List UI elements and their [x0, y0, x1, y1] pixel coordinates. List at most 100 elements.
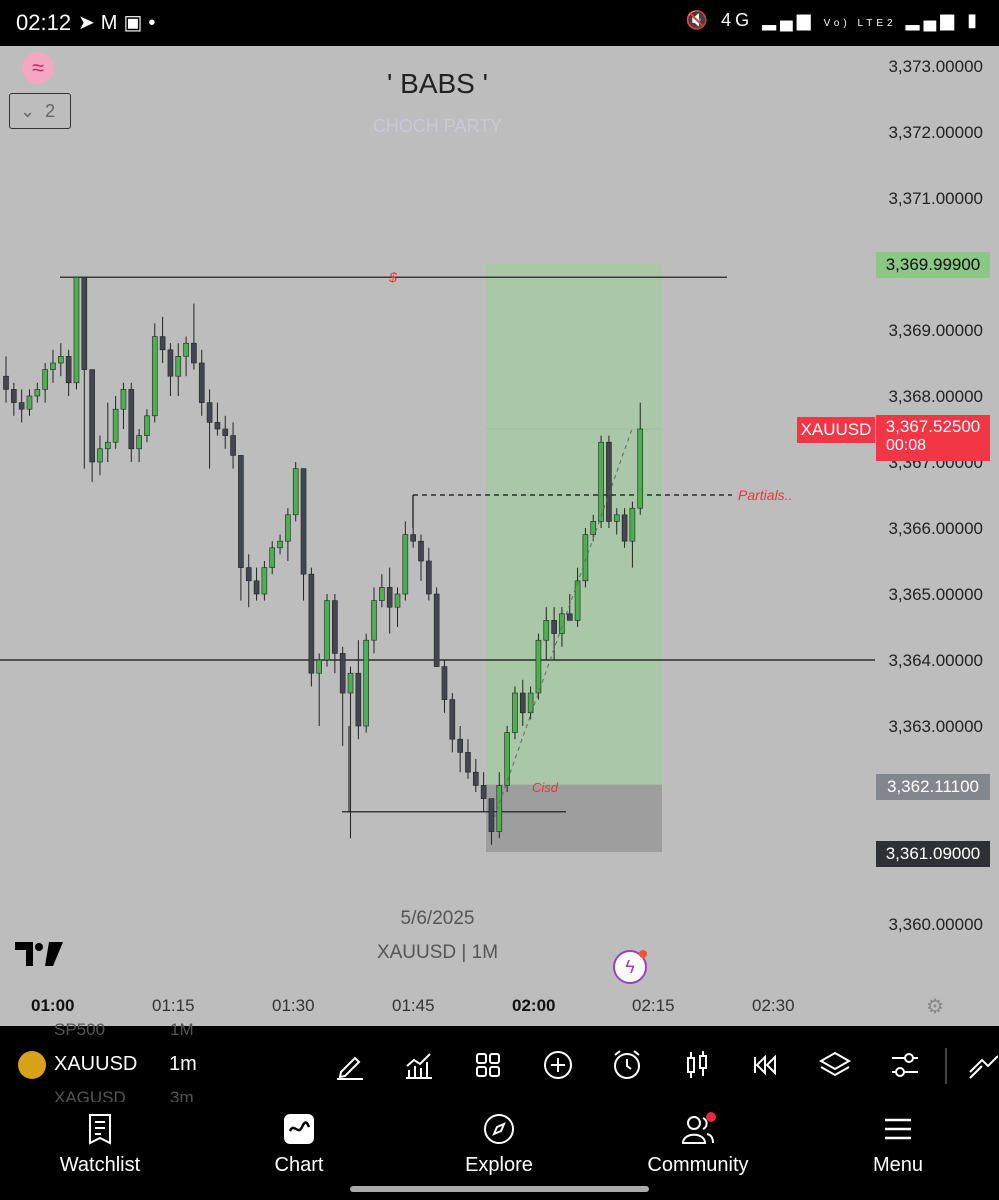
- status-time: 02:12: [16, 10, 72, 35]
- gold-icon: [18, 1051, 46, 1079]
- candle-body: [371, 600, 377, 641]
- candle-body: [65, 356, 72, 384]
- candle-body: [183, 342, 189, 357]
- settings-button[interactable]: [888, 1048, 922, 1082]
- indicators-button[interactable]: [402, 1048, 436, 1082]
- chart-icon: [284, 1114, 314, 1144]
- gmail-icon: M: [100, 12, 124, 34]
- candle-type-button[interactable]: [680, 1048, 714, 1082]
- nav-explore[interactable]: Explore: [429, 1112, 569, 1177]
- notification-dot: [639, 950, 647, 958]
- price-axis-label: 3,364.00000: [888, 651, 983, 670]
- nav-label: Watchlist: [59, 1154, 141, 1176]
- time-axis-label: 01:45: [392, 996, 435, 1015]
- current-symbol-tag: XAUUSD: [797, 417, 875, 443]
- gallery-icon: ▣: [123, 12, 149, 34]
- stop-price-tag: 3,362.11100: [876, 774, 990, 800]
- candle-body: [363, 639, 369, 727]
- candle-body: [441, 666, 448, 700]
- status-right-icons: 🔇 4G ▂▄▆ Vo) LTE2 ▂▄▆ ▮: [686, 10, 981, 31]
- price-axis-label: 3,365.00000: [888, 585, 983, 604]
- chart-toolbar: SP500 1M XAGUSD 3m XAUUSD 1m: [0, 1020, 999, 1107]
- candle-body: [104, 441, 111, 450]
- nav-label: Explore: [465, 1154, 533, 1176]
- candle-body: [73, 276, 80, 384]
- candle-type-icon: [687, 1051, 707, 1078]
- trend-icon: [969, 1055, 999, 1079]
- alert-button[interactable]: [610, 1048, 644, 1082]
- chart-canvas[interactable]: $ Partials.. Cisd: [0, 46, 999, 1026]
- candle-body: [512, 692, 518, 733]
- candle-body: [42, 369, 48, 390]
- candle-body: [386, 587, 393, 608]
- candle-body: [559, 613, 565, 634]
- chart-area[interactable]: $ Partials.. Cisd ≈ ⌄ 2 ' BABS ' CHOCH PART…: [0, 46, 999, 1026]
- lightning-button[interactable]: ϟ: [613, 950, 647, 984]
- candle-body: [136, 435, 142, 450]
- candle-body: [472, 771, 479, 786]
- candle-body: [606, 441, 612, 522]
- price-axis-label: 3,373.00000: [888, 57, 983, 76]
- entry-price-tag: 3,361.09000: [876, 841, 990, 867]
- candle-body: [418, 540, 424, 562]
- price-axis-label: 3,360.00000: [888, 915, 983, 934]
- target-line-label: $: [388, 269, 397, 285]
- templates-button[interactable]: [471, 1048, 505, 1082]
- add-button[interactable]: [541, 1048, 575, 1082]
- 4g-icon: 4G: [721, 10, 754, 30]
- trend-tool-button[interactable]: [964, 1048, 999, 1082]
- candle-body: [50, 362, 56, 370]
- time-axis-label: 01:30: [272, 996, 315, 1015]
- nav-community[interactable]: Community: [628, 1112, 768, 1177]
- interval-button[interactable]: 1m: [169, 1053, 197, 1076]
- toolbar-divider: [945, 1048, 947, 1084]
- target-price-tag: 3,369.99900: [876, 252, 990, 278]
- settings-sliders-icon: [892, 1053, 918, 1077]
- indicators-icon: [406, 1053, 432, 1079]
- candle-body: [285, 514, 291, 542]
- replay-button[interactable]: [749, 1048, 783, 1082]
- candle-body: [167, 349, 174, 377]
- dot-icon: •: [148, 12, 162, 34]
- candle-body: [535, 639, 542, 694]
- candle-body: [26, 395, 33, 410]
- candle-body: [410, 534, 416, 542]
- candle-body: [253, 580, 260, 595]
- chart-settings-icon[interactable]: ⚙: [926, 994, 944, 1019]
- price-axis-label: 3,369.00000: [888, 321, 983, 340]
- telegram-icon: ➤: [78, 12, 101, 34]
- candle-body: [81, 276, 88, 370]
- drawing-tools-button[interactable]: [333, 1048, 367, 1082]
- candle-body: [214, 422, 221, 430]
- time-axis-label: 02:30: [752, 996, 795, 1015]
- ghost-interval-above: 1M: [170, 1020, 194, 1039]
- candle-body: [238, 455, 244, 568]
- lightning-icon: ϟ: [625, 957, 635, 977]
- nav-label: Chart: [274, 1154, 324, 1176]
- status-bar: 02:12 ➤M▣• 🔇 4G ▂▄▆ Vo) LTE2 ▂▄▆ ▮: [0, 0, 999, 46]
- add-icon: [544, 1051, 572, 1079]
- candle-body: [433, 593, 440, 667]
- price-axis-label: 3,371.00000: [888, 189, 983, 208]
- candle-body: [222, 428, 229, 436]
- chart-subtitle: CHOCH PARTY: [372, 116, 503, 136]
- candle-body: [465, 752, 471, 773]
- status-left-icons: ➤M▣•: [78, 10, 161, 35]
- candle-body: [332, 600, 338, 654]
- time-axis-label: 01:00: [31, 996, 75, 1015]
- candle-body: [598, 441, 604, 522]
- candle-body: [198, 362, 205, 403]
- candle-body: [175, 356, 182, 377]
- layers-button[interactable]: [818, 1048, 852, 1082]
- candle-body: [159, 336, 166, 351]
- candle-body: [128, 389, 135, 450]
- community-notification-dot: [706, 1112, 716, 1122]
- nav-chart[interactable]: Chart: [229, 1112, 369, 1177]
- candle-body: [230, 435, 236, 456]
- candle-body: [449, 699, 456, 740]
- nav-menu[interactable]: Menu: [828, 1112, 968, 1177]
- candle-body: [18, 402, 25, 410]
- battery-icon: ▮: [967, 10, 981, 30]
- ghost-symbol-above: SP500: [54, 1020, 106, 1039]
- nav-watchlist[interactable]: Watchlist: [30, 1112, 170, 1177]
